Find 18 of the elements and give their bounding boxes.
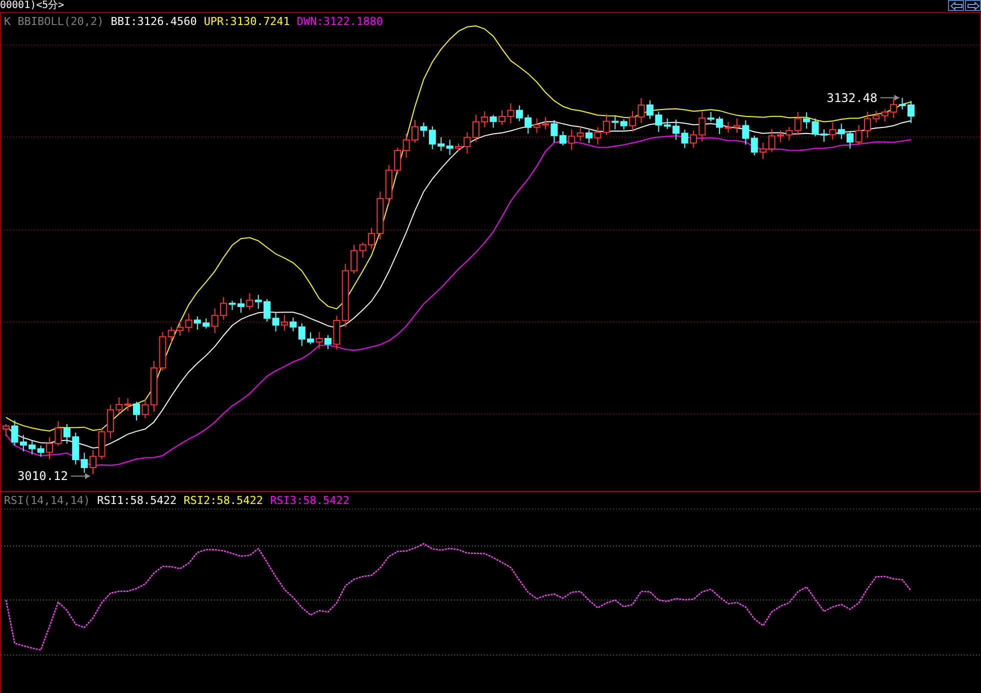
legend-label: K	[4, 15, 11, 29]
right-arrow-icon	[966, 2, 980, 10]
price-label: 3010.12	[17, 469, 68, 484]
pointer-arrow-icon	[70, 473, 91, 480]
previous-button[interactable]	[948, 0, 964, 11]
legend-label: UPR:3130.7241	[204, 15, 290, 29]
legend-label: RSI3:58.5422	[270, 494, 350, 508]
chart-title: 00001)<5分>	[0, 0, 64, 12]
legend-label: RSI2:58.5422	[184, 494, 264, 508]
next-button[interactable]	[965, 0, 981, 11]
legend-label: RSI(14,14,14)	[4, 494, 90, 508]
legend-label: BBIBOLL(20,2)	[18, 15, 104, 29]
pointer-arrow-icon	[880, 94, 900, 101]
price-label: 3132.48	[826, 90, 878, 105]
legend-label: RSI1:58.5422	[97, 494, 177, 508]
legend-label: DWN:3122.1880	[296, 15, 383, 29]
legend-label: BBI:3126.4560	[110, 15, 197, 29]
left-arrow-icon	[950, 2, 962, 10]
